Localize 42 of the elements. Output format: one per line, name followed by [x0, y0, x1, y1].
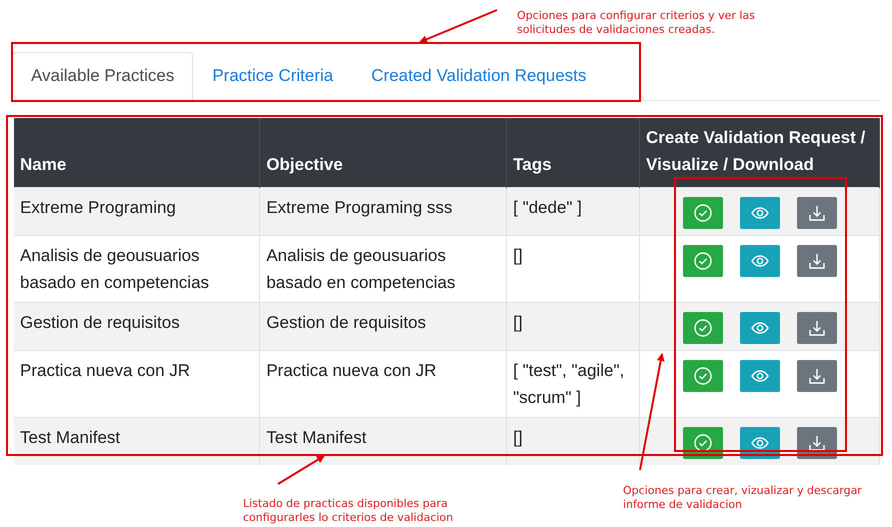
- download-button[interactable]: [797, 245, 838, 277]
- create-request-button[interactable]: [683, 312, 724, 344]
- check-circle-icon: [693, 251, 714, 271]
- table-cell: Extreme Programing sss: [260, 188, 507, 236]
- download-icon: [807, 203, 828, 223]
- check-circle-icon: [693, 366, 714, 386]
- tab[interactable]: Available Practices: [12, 52, 194, 100]
- table-cell: Gestion de requisitos: [260, 302, 507, 350]
- annotation-note: Opciones para crear, vizualizar y descargar informe de validacion: [623, 484, 863, 512]
- table-cell: [ "dede" ]: [506, 188, 640, 236]
- download-button[interactable]: [797, 312, 838, 344]
- download-button[interactable]: [797, 360, 838, 392]
- download-icon: [807, 366, 828, 386]
- download-icon: [807, 433, 828, 453]
- table-cell: Extreme Programing: [14, 188, 260, 236]
- tab[interactable]: Practice Criteria: [193, 52, 352, 100]
- tab[interactable]: Created Validation Requests: [352, 52, 606, 100]
- table-cell: []: [506, 418, 640, 465]
- check-circle-icon: [693, 318, 714, 338]
- visualize-button[interactable]: [740, 197, 780, 229]
- column-header: Tags: [506, 118, 640, 188]
- visualize-button[interactable]: [740, 245, 780, 277]
- table-cell: []: [506, 302, 640, 350]
- create-request-button[interactable]: [683, 245, 724, 277]
- check-circle-icon: [693, 433, 714, 453]
- table-cell: Test Manifest: [260, 418, 507, 465]
- table-cell: Test Manifest: [14, 418, 260, 465]
- column-header: Objective: [260, 118, 507, 188]
- download-icon: [807, 318, 828, 338]
- annotation-note: Listado de practicas disponibles para configurarles lo criterios de validacion: [243, 497, 454, 525]
- column-header: Name: [14, 118, 260, 188]
- annotation-arrow: [277, 455, 325, 485]
- table-cell: Gestion de requisitos: [14, 302, 260, 350]
- download-button[interactable]: [797, 197, 838, 229]
- check-circle-icon: [693, 203, 714, 223]
- create-request-button[interactable]: [683, 360, 724, 392]
- visualize-button[interactable]: [740, 360, 780, 392]
- column-header: Create Validation Request / Visualize / Download: [640, 118, 880, 188]
- create-request-button[interactable]: [683, 197, 724, 229]
- download-icon: [807, 251, 828, 271]
- visualize-button[interactable]: [740, 312, 780, 344]
- annotation-note: Opciones para configurar criterios y ver las solicitudes de validaciones creadas.: [517, 9, 756, 37]
